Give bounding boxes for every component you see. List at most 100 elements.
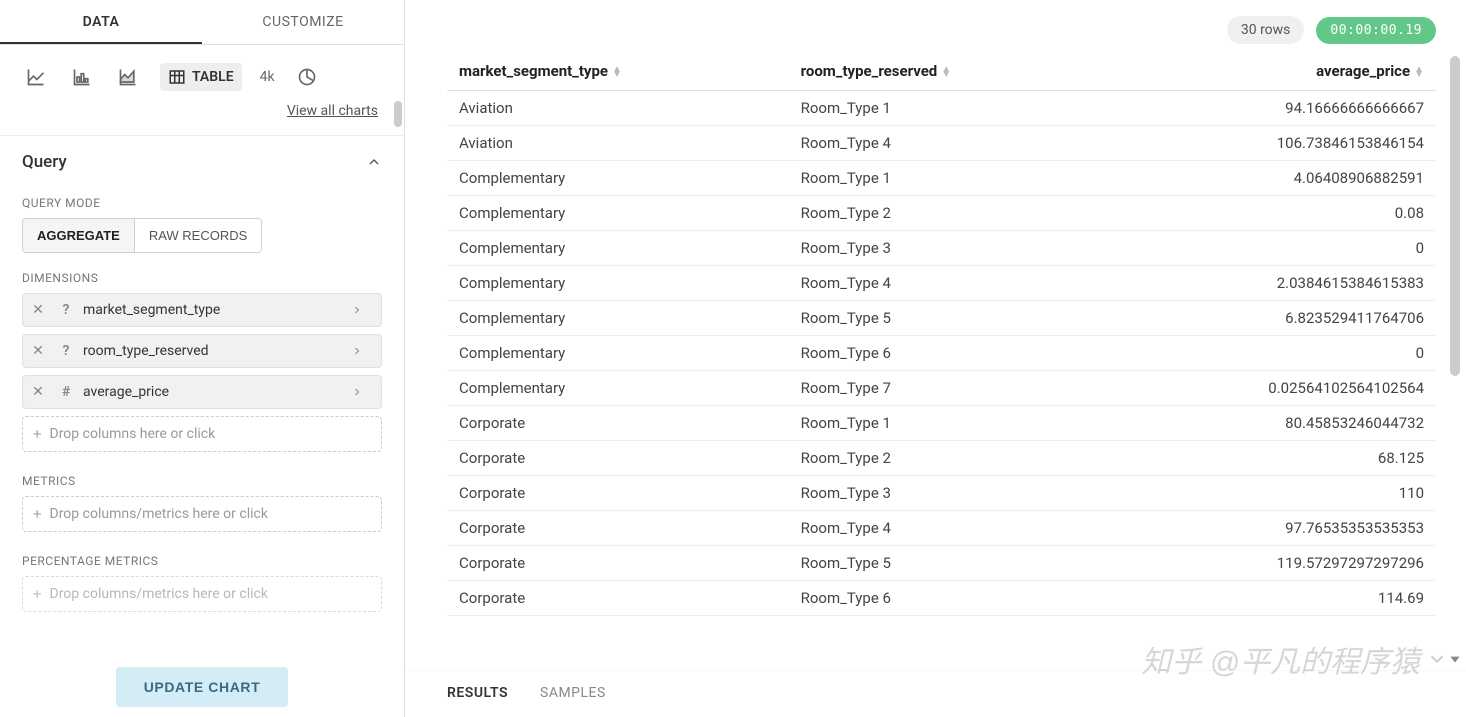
table-row[interactable]: ComplementaryRoom_Type 14.06408906882591 bbox=[447, 161, 1436, 196]
line-chart-icon[interactable] bbox=[22, 63, 50, 91]
table-row[interactable]: ComplementaryRoom_Type 42.03846153846153… bbox=[447, 266, 1436, 301]
sidebar: DATA CUSTOMIZE TABLE 4k bbox=[0, 0, 405, 717]
remove-icon[interactable]: ✕ bbox=[23, 343, 53, 359]
table-cell: Room_Type 1 bbox=[789, 91, 1108, 126]
column-header-market_segment_type[interactable]: market_segment_type▲▼ bbox=[447, 52, 789, 91]
column-header-average_price[interactable]: average_price▲▼ bbox=[1108, 52, 1436, 91]
results-table: market_segment_type▲▼room_type_reserved▲… bbox=[447, 52, 1436, 616]
sidebar-scrollbar[interactable] bbox=[394, 101, 402, 127]
table-row[interactable]: CorporateRoom_Type 5119.57297297297296 bbox=[447, 546, 1436, 581]
chevron-right-icon[interactable] bbox=[351, 386, 381, 398]
raw-records-button[interactable]: RAW RECORDS bbox=[134, 219, 261, 252]
table-chart-label: TABLE bbox=[192, 69, 234, 85]
table-scrollbar[interactable] bbox=[1450, 56, 1460, 376]
table-cell: 4.06408906882591 bbox=[1108, 161, 1436, 196]
table-cell: 68.125 bbox=[1108, 441, 1436, 476]
view-all-charts-row: View all charts bbox=[0, 95, 404, 135]
percentage-metrics-label: PERCENTAGE METRICS bbox=[0, 540, 404, 576]
table-row[interactable]: ComplementaryRoom_Type 30 bbox=[447, 231, 1436, 266]
table-row[interactable]: CorporateRoom_Type 180.45853246044732 bbox=[447, 406, 1436, 441]
metrics-drop-text: Drop columns/metrics here or click bbox=[50, 506, 268, 522]
table-row[interactable]: CorporateRoom_Type 268.125 bbox=[447, 441, 1436, 476]
area-chart-icon[interactable] bbox=[114, 63, 142, 91]
table-cell: 0 bbox=[1108, 336, 1436, 371]
chart-type-row: TABLE 4k bbox=[0, 45, 404, 95]
table-cell: Complementary bbox=[447, 336, 789, 371]
table-cell: Corporate bbox=[447, 406, 789, 441]
table-cell: Room_Type 4 bbox=[789, 126, 1108, 161]
table-cell: 97.76535353535353 bbox=[1108, 511, 1436, 546]
table-row[interactable]: CorporateRoom_Type 497.76535353535353 bbox=[447, 511, 1436, 546]
bar-chart-icon[interactable] bbox=[68, 63, 96, 91]
scroll-down-icon[interactable] bbox=[1448, 652, 1462, 666]
remove-icon[interactable]: ✕ bbox=[23, 302, 53, 318]
chevron-right-icon[interactable] bbox=[351, 345, 381, 357]
table-row[interactable]: AviationRoom_Type 194.16666666666667 bbox=[447, 91, 1436, 126]
table-cell: Complementary bbox=[447, 371, 789, 406]
dimension-chip[interactable]: ✕?market_segment_type bbox=[22, 293, 382, 327]
table-row[interactable]: ComplementaryRoom_Type 70.02564102564102… bbox=[447, 371, 1436, 406]
query-title: Query bbox=[22, 152, 67, 172]
table-header-row: market_segment_type▲▼room_type_reserved▲… bbox=[447, 52, 1436, 91]
table-cell: Complementary bbox=[447, 161, 789, 196]
table-cell: Room_Type 6 bbox=[789, 336, 1108, 371]
tab-results[interactable]: RESULTS bbox=[447, 685, 508, 703]
table-cell: Corporate bbox=[447, 511, 789, 546]
sort-icon: ▲▼ bbox=[612, 67, 622, 77]
table-cell: Aviation bbox=[447, 91, 789, 126]
column-type-icon: ? bbox=[53, 343, 79, 359]
sidebar-scroll[interactable]: TABLE 4k View all charts Query QUERY MOD… bbox=[0, 45, 404, 717]
chevron-right-icon[interactable] bbox=[351, 304, 381, 316]
dimensions-label: DIMENSIONS bbox=[0, 257, 404, 293]
column-type-icon: ? bbox=[53, 302, 79, 318]
dimensions-drop[interactable]: + Drop columns here or click bbox=[22, 416, 382, 452]
table-cell: Room_Type 3 bbox=[789, 476, 1108, 511]
tab-samples[interactable]: SAMPLES bbox=[540, 685, 606, 703]
table-row[interactable]: AviationRoom_Type 4106.73846153846154 bbox=[447, 126, 1436, 161]
query-mode-label: QUERY MODE bbox=[0, 182, 404, 218]
aggregate-button[interactable]: AGGREGATE bbox=[23, 219, 134, 252]
table-cell: Room_Type 6 bbox=[789, 581, 1108, 616]
column-header-room_type_reserved[interactable]: room_type_reserved▲▼ bbox=[789, 52, 1108, 91]
bottom-tabs: RESULTS SAMPLES bbox=[405, 670, 1466, 717]
column-type-icon: # bbox=[53, 384, 79, 400]
table-cell: 119.57297297297296 bbox=[1108, 546, 1436, 581]
table-row[interactable]: ComplementaryRoom_Type 56.82352941176470… bbox=[447, 301, 1436, 336]
table-row[interactable]: CorporateRoom_Type 3110 bbox=[447, 476, 1436, 511]
table-cell: Room_Type 1 bbox=[789, 406, 1108, 441]
table-row[interactable]: ComplementaryRoom_Type 60 bbox=[447, 336, 1436, 371]
table-row[interactable]: CorporateRoom_Type 6114.69 bbox=[447, 581, 1436, 616]
dimension-name: market_segment_type bbox=[79, 302, 351, 318]
tab-data[interactable]: DATA bbox=[0, 0, 202, 44]
table-cell: Room_Type 5 bbox=[789, 546, 1108, 581]
big-number-icon[interactable]: 4k bbox=[260, 69, 275, 85]
table-cell: Room_Type 4 bbox=[789, 511, 1108, 546]
table-container[interactable]: market_segment_type▲▼room_type_reserved▲… bbox=[405, 52, 1466, 670]
perf-badge: 00:00:00.19 bbox=[1316, 17, 1436, 44]
table-cell: 94.16666666666667 bbox=[1108, 91, 1436, 126]
table-row[interactable]: ComplementaryRoom_Type 20.08 bbox=[447, 196, 1436, 231]
table-cell: Aviation bbox=[447, 126, 789, 161]
query-header[interactable]: Query bbox=[0, 136, 404, 182]
table-cell: 2.0384615384615383 bbox=[1108, 266, 1436, 301]
tab-customize[interactable]: CUSTOMIZE bbox=[202, 0, 404, 44]
percentage-metrics-drop[interactable]: + Drop columns/metrics here or click bbox=[22, 576, 382, 612]
dimensions-drop-text: Drop columns here or click bbox=[50, 426, 216, 442]
pie-chart-icon[interactable] bbox=[293, 63, 321, 91]
table-body: AviationRoom_Type 194.16666666666667Avia… bbox=[447, 91, 1436, 616]
remove-icon[interactable]: ✕ bbox=[23, 384, 53, 400]
view-all-charts-link[interactable]: View all charts bbox=[287, 103, 378, 119]
sort-icon: ▲▼ bbox=[941, 67, 951, 77]
table-cell: Room_Type 7 bbox=[789, 371, 1108, 406]
dimension-chip[interactable]: ✕?room_type_reserved bbox=[22, 334, 382, 368]
table-cell: Complementary bbox=[447, 266, 789, 301]
percentage-metrics-drop-text: Drop columns/metrics here or click bbox=[50, 586, 268, 602]
table-chart-icon[interactable]: TABLE bbox=[160, 63, 242, 91]
table-cell: Room_Type 2 bbox=[789, 196, 1108, 231]
metrics-drop[interactable]: + Drop columns/metrics here or click bbox=[22, 496, 382, 532]
table-cell: 0.08 bbox=[1108, 196, 1436, 231]
query-mode-segment: AGGREGATE RAW RECORDS bbox=[22, 218, 262, 253]
dimension-chip[interactable]: ✕#average_price bbox=[22, 375, 382, 409]
update-chart-button[interactable]: UPDATE CHART bbox=[116, 667, 289, 707]
main-panel: 30 rows 00:00:00.19 market_segment_type▲… bbox=[405, 0, 1466, 717]
